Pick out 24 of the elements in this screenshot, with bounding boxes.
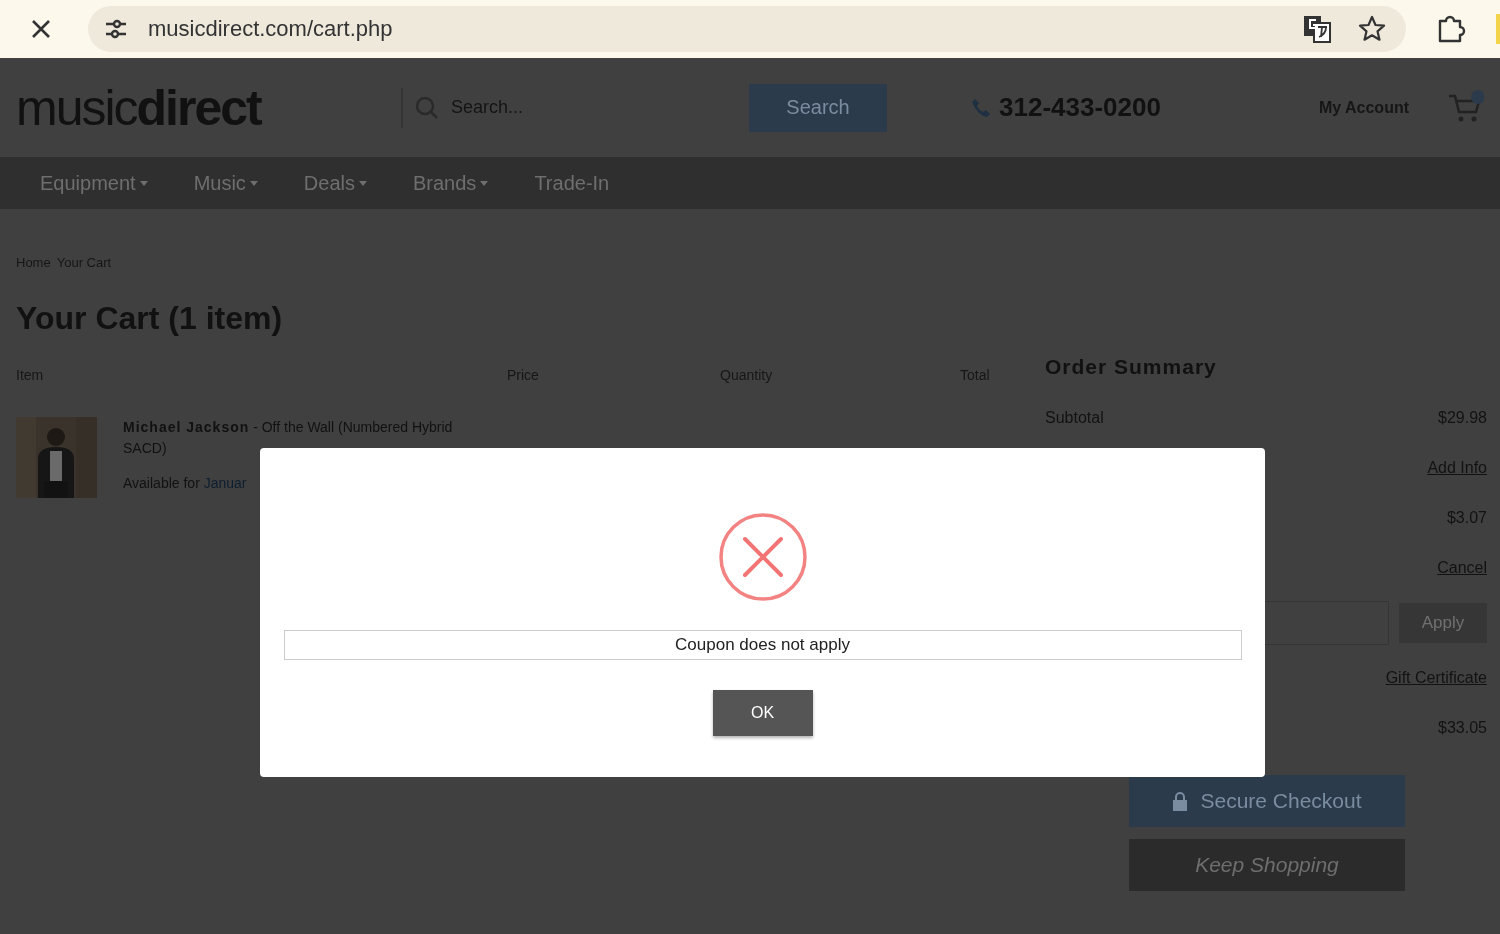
keep-shopping-button[interactable]: Keep Shopping [1129, 839, 1405, 891]
error-icon [717, 512, 808, 602]
phone-icon [971, 97, 991, 118]
apply-button[interactable]: Apply [1399, 603, 1487, 643]
nav-item[interactable]: Music [193, 171, 258, 195]
search-button[interactable]: Search [749, 83, 887, 132]
lock-icon [1172, 791, 1189, 811]
url-text: musicdirect.com/cart.php [148, 16, 394, 42]
caret-icon [249, 180, 258, 186]
nav-item[interactable]: Brands [413, 171, 489, 195]
nav-item[interactable]: Trade-In [534, 171, 610, 195]
address-bar[interactable]: musicdirect.com/cart.php [88, 6, 1406, 52]
star-icon[interactable] [1358, 15, 1386, 43]
nav-item[interactable]: Deals [303, 171, 367, 195]
tune-icon[interactable] [104, 18, 128, 40]
caret-icon [139, 180, 148, 186]
nav-item[interactable]: Equipment [40, 171, 148, 195]
caret-icon [359, 180, 367, 186]
caret-icon [480, 180, 489, 186]
translate-icon[interactable] [1302, 14, 1332, 44]
error-message: Coupon does not apply [283, 630, 1242, 660]
puzzle-icon[interactable] [1436, 14, 1466, 44]
checkout-button[interactable]: Secure Checkout [1129, 775, 1405, 827]
ok-button[interactable]: OK [712, 690, 813, 736]
